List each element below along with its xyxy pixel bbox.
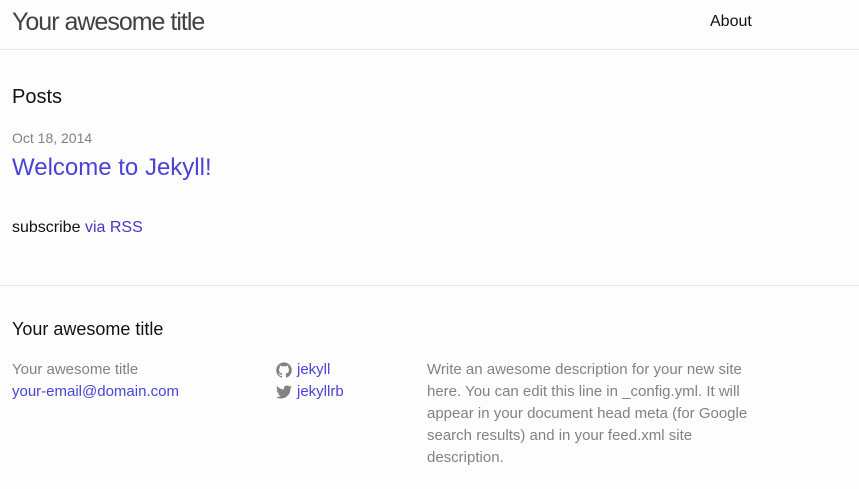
subscribe-text: subscribe [12, 219, 81, 236]
footer-site-name: Your awesome title [12, 361, 139, 378]
post-title-link[interactable]: Welcome to Jekyll! [12, 153, 212, 183]
github-row: jekyll [276, 359, 344, 381]
github-link[interactable]: jekyll [297, 359, 330, 381]
post-date: Oct 18, 2014 [12, 130, 93, 146]
footer-social-column: jekyll jekyllrb [276, 359, 344, 403]
footer-email-link[interactable]: your-email@domain.com [12, 383, 179, 400]
github-icon [276, 362, 292, 378]
footer-description: Write an awesome description for your ne… [427, 361, 748, 466]
footer-contact-column: Your awesome title your-email@domain.com [12, 359, 179, 403]
footer-heading: Your awesome title [12, 319, 164, 339]
twitter-row: jekyllrb [276, 381, 344, 403]
site-title-link[interactable]: Your awesome title [12, 6, 205, 38]
twitter-icon [276, 385, 292, 399]
nav-link-about[interactable]: About [710, 12, 752, 32]
site-header: Your awesome title About [0, 0, 859, 50]
posts-heading: Posts [12, 86, 63, 108]
subscribe-line: subscribe via RSS [12, 218, 143, 238]
twitter-link[interactable]: jekyllrb [297, 381, 344, 403]
rss-link[interactable]: via RSS [85, 219, 143, 236]
